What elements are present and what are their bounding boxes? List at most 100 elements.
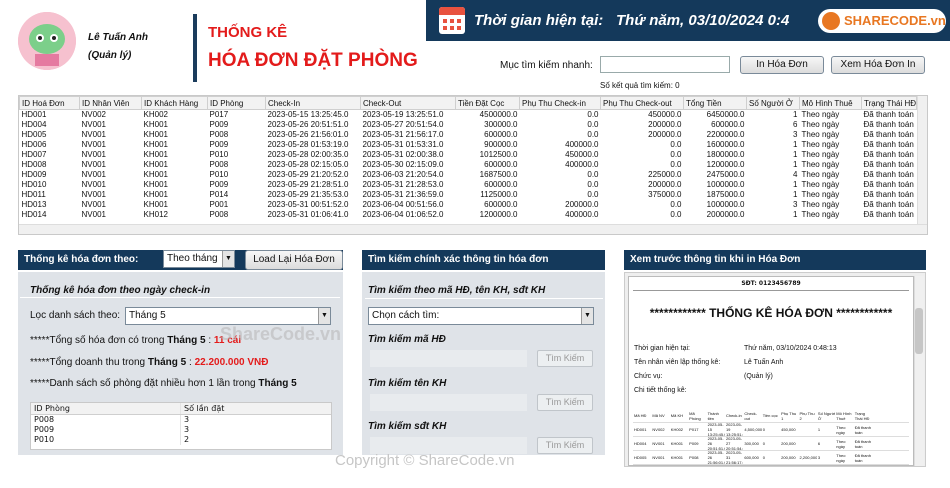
preview-column-header: Check-out (744, 410, 758, 421)
preview-cell: HD005 (634, 455, 647, 460)
table-cell: NV001 (81, 190, 106, 199)
search-name-input[interactable] (370, 394, 527, 411)
search-name-button[interactable]: Tìm Kiếm (537, 394, 593, 411)
search-phone-button[interactable]: Tìm Kiếm (537, 437, 593, 454)
preview-cell: Theo ngày (836, 452, 846, 463)
table-cell: 225000.0 (648, 170, 682, 179)
search-id-button[interactable]: Tìm Kiếm (537, 350, 593, 367)
table-cell: HD005 (21, 130, 47, 139)
period-select[interactable]: Theo tháng ▼ (163, 250, 235, 268)
table-cell: P014 (209, 190, 229, 199)
table-row[interactable]: HD013 NV001 KH001 P001 2023-05-31 00:51:52.0… (20, 200, 917, 210)
table-cell: 1 (793, 150, 798, 159)
column-header[interactable]: Mô Hình Thuê (799, 96, 862, 110)
preview-cell: 2023-05-26 20:51:51.0 (707, 436, 725, 451)
preview-cell: 300,000 (744, 441, 759, 446)
table-cell: NV001 (81, 200, 106, 209)
table-cell: 2023-06-03 21:20:54.0 (362, 170, 444, 179)
table-row[interactable]: HD005 NV001 KH001 P008 2023-05-26 21:56:01.0… (20, 130, 917, 140)
preview-column-header: Phụ Thu 1 (781, 410, 797, 421)
column-header[interactable]: ID Hoá Đơn (19, 96, 80, 110)
table-cell: 200000.0 (648, 180, 682, 189)
table-cell: 1200000.0 (479, 210, 518, 219)
table-row[interactable]: P010 2 (31, 435, 331, 445)
watermark-center: ShareCode.vn (220, 324, 342, 344)
table-cell: 2475000.0 (706, 170, 745, 179)
table-row[interactable]: HD010 NV001 KH001 P009 2023-05-29 21:28:51.0… (20, 180, 917, 190)
column-header[interactable]: Trạng Thái HĐ (861, 96, 917, 110)
exact-search-subtitle: Tìm kiếm theo mã HĐ, tên KH, sđt KH (368, 285, 546, 296)
table-cell: 1125000.0 (480, 190, 518, 199)
preview-field-value: Thứ năm, 03/10/2024 0:48:13 (744, 345, 837, 352)
table-cell: Theo ngày (801, 110, 840, 119)
frequent-rooms-line: *****Danh sách số phòng đặt nhiều hơn 1 … (30, 378, 297, 389)
preview-field-label: Tên nhân viên lập thống kê: (634, 359, 721, 366)
table-cell: 0.0 (670, 140, 682, 149)
search-id-input[interactable] (370, 350, 527, 367)
column-header[interactable]: ID Nhân Viên (79, 96, 142, 110)
table-row[interactable]: HD004 NV001 KH001 P009 2023-05-26 20:51:51.0… (20, 120, 917, 130)
table-cell: Theo ngày (801, 160, 840, 169)
table-cell: 4500000.0 (479, 110, 518, 119)
column-header[interactable]: Phụ Thu Check-out (600, 96, 684, 110)
preview-scrollbar[interactable] (914, 276, 924, 466)
preview-field-label: Thời gian hiện tại: (634, 345, 690, 352)
preview-invoice-button[interactable]: Xem Hóa Đơn In (831, 56, 925, 74)
table-horizontal-scrollbar[interactable] (19, 224, 927, 234)
table-row[interactable]: HD009 NV001 KH001 P010 2023-05-29 21:20:52.0… (20, 170, 917, 180)
column-header[interactable]: Tổng Tiền (683, 96, 747, 110)
table-row[interactable]: HD007 NV001 KH001 P010 2023-05-28 02:00:35.0… (20, 150, 917, 160)
column-header[interactable]: Số Người Ở (746, 96, 800, 110)
preview-column-header: Tiền cọc (762, 413, 778, 418)
preview-cell: 2,200,000 (799, 455, 817, 460)
table-cell: 2023-05-31 02:00:38.0 (362, 150, 444, 159)
preview-cell: Đã thanh toán (854, 452, 871, 463)
table-cell: P008 (209, 210, 229, 219)
print-invoice-button[interactable]: In Hóa Đơn (740, 56, 824, 74)
chevron-down-icon: ▼ (222, 251, 234, 267)
page-title-line2: HÓA ĐƠN ĐẶT PHÒNG (208, 50, 418, 71)
column-header[interactable]: Check-In (265, 96, 361, 110)
table-vertical-scrollbar[interactable] (917, 96, 927, 234)
table-cell: NV001 (81, 210, 106, 219)
table-cell: 2000000.0 (706, 210, 745, 219)
table-row[interactable]: HD014 NV001 KH012 P008 2023-05-31 01:06:41.0… (20, 210, 917, 220)
table-cell: Đã thanh toán (863, 210, 914, 219)
table-cell: 2023-05-27 20:51:54.0 (362, 120, 444, 129)
preview-cell: 4,500,000 (744, 427, 762, 432)
column-header[interactable]: ID Phòng (207, 96, 266, 110)
table-row[interactable]: P008 3 (31, 415, 331, 425)
column-header[interactable]: ID Khách Hàng (141, 96, 208, 110)
search-result-count: Số kết quả tìm kiếm: 0 (600, 81, 680, 90)
table-row[interactable]: HD011 NV001 KH001 P014 2023-05-29 21:35:53.0… (20, 190, 917, 200)
column-header[interactable]: Tiền Đặt Cọc (455, 96, 520, 110)
table-row[interactable]: P009 3 (31, 425, 331, 435)
table-row[interactable]: HD006 NV001 KH001 P009 2023-05-28 01:53:19.0… (20, 140, 917, 150)
table-row[interactable]: HD008 NV001 KH001 P008 2023-05-28 02:15:05.0… (20, 160, 917, 170)
preview-scroll-thumb[interactable] (915, 308, 923, 354)
chevron-down-icon: ▼ (318, 308, 330, 324)
header-divider (193, 14, 197, 82)
table-cell: NV001 (81, 180, 106, 189)
frequent-rooms-table[interactable]: ID Phòng Số lần đặt P008 3 P009 3 P010 2 (30, 402, 332, 450)
table-cell: 2023-06-04 01:06:52.0 (362, 210, 444, 219)
table-cell: 600000.0 (484, 130, 518, 139)
preview-cell: KH002 (670, 427, 684, 432)
reload-invoices-button[interactable]: Load Lại Hóa Đơn (245, 250, 343, 270)
column-header[interactable]: Check-Out (360, 96, 456, 110)
search-method-select[interactable]: Chọn cách tìm: ▼ (368, 307, 594, 325)
preview-cell: 0 (762, 427, 765, 432)
quick-search-input[interactable] (600, 56, 730, 73)
table-cell: 0.0 (587, 170, 599, 179)
table-cell: P008 (209, 130, 229, 139)
invoice-table[interactable]: ID Hoá Đơn ID Nhân Viên ID Khách Hàng ID Ph… (18, 95, 928, 235)
print-preview-paper: SĐT: 0123456789 ************ THỐNG KÊ HÓ… (628, 276, 914, 466)
table-cell: Theo ngày (801, 150, 840, 159)
table-cell: 2023-05-29 21:20:52.0 (267, 170, 349, 179)
table-cell: P001 (209, 200, 229, 209)
table-cell: 4 (793, 170, 798, 179)
table-cell: Theo ngày (801, 210, 840, 219)
column-header[interactable]: Phụ Thu Check-in (519, 96, 601, 110)
filter-select[interactable]: Tháng 5 ▼ (125, 307, 331, 325)
table-row[interactable]: HD001 NV002 KH002 P017 2023-05-15 13:25:45.0… (20, 110, 917, 121)
